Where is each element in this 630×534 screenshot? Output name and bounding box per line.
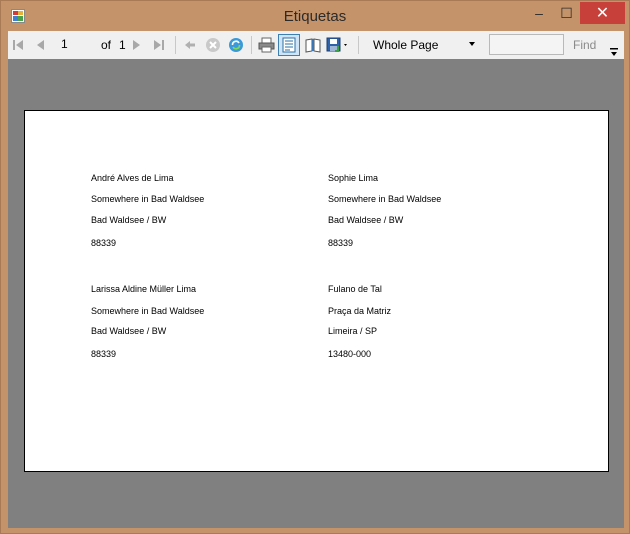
overflow-icon [610,48,618,56]
next-page-button[interactable] [132,36,142,54]
report-viewer-area[interactable]: André Alves de Lima Somewhere in Bad Wal… [8,59,624,528]
title-bar[interactable]: Etiquetas – ☐ ✕ [1,1,629,31]
export-button[interactable] [326,36,350,54]
refresh-icon [229,38,243,52]
label-1-city: Bad Waldsee / BW [91,215,167,225]
refresh-button[interactable] [228,36,244,54]
page-setup-button[interactable] [305,36,321,54]
label-4-zip: 13480-000 [328,349,372,359]
label-1-zip: 88339 [91,238,117,248]
print-button[interactable] [258,36,275,54]
label-3-name: Larissa Aldine Müller Lima [91,284,197,294]
label-4-street: Praça da Matriz [328,306,392,316]
toolbar-separator [175,36,176,54]
last-page-icon [154,40,164,50]
report-toolbar: 1 of 1 Whole Page Find [8,31,624,60]
minimize-button[interactable]: – [525,2,553,24]
close-icon: ✕ [595,5,610,22]
next-page-icon [133,40,140,50]
maximize-button[interactable]: ☐ [553,2,580,24]
label-4-name: Fulano de Tal [328,284,382,294]
label-3-zip: 88339 [91,349,117,359]
last-page-button[interactable] [153,36,165,54]
first-page-button[interactable] [12,36,24,54]
export-icon [326,37,347,52]
of-label: of [101,38,112,52]
print-layout-button[interactable] [278,34,300,56]
label-1-street: Somewhere in Bad Waldsee [91,194,205,204]
back-button[interactable] [184,36,196,54]
toolbar-separator [251,36,252,54]
maximize-icon: ☐ [560,4,573,21]
first-page-icon [13,40,23,50]
label-2-zip: 88339 [328,238,354,248]
print-layout-icon [282,37,296,53]
label-2-street: Somewhere in Bad Waldsee [328,194,442,204]
toolbar-separator [358,36,359,54]
current-page-input[interactable]: 1 [54,36,98,53]
find-input[interactable] [489,34,564,55]
back-icon [185,41,195,49]
print-icon [258,37,275,53]
label-2-name: Sophie Lima [328,173,379,183]
label-4-city: Limeira / SP [328,326,378,336]
stop-icon [206,38,220,52]
report-page: André Alves de Lima Somewhere in Bad Wal… [24,110,609,472]
label-3-city: Bad Waldsee / BW [91,326,167,336]
previous-page-icon [37,40,44,50]
close-button[interactable]: ✕ [580,2,625,24]
find-button[interactable]: Find [573,38,596,52]
minimize-icon: – [535,5,543,21]
label-3-street: Somewhere in Bad Waldsee [91,306,205,316]
report-viewer-window: Etiquetas – ☐ ✕ 1 of 1 Whole Page Find A… [0,0,630,534]
label-1-name: André Alves de Lima [91,173,174,183]
zoom-value: Whole Page [373,38,439,52]
previous-page-button[interactable] [35,36,45,54]
zoom-select[interactable]: Whole Page [367,36,479,54]
toolbar-overflow-button[interactable] [610,45,618,56]
stop-button[interactable] [205,36,221,54]
page-setup-icon [305,38,321,53]
chevron-down-icon [469,42,475,46]
total-pages: 1 [119,38,126,52]
label-2-city: Bad Waldsee / BW [328,215,404,225]
